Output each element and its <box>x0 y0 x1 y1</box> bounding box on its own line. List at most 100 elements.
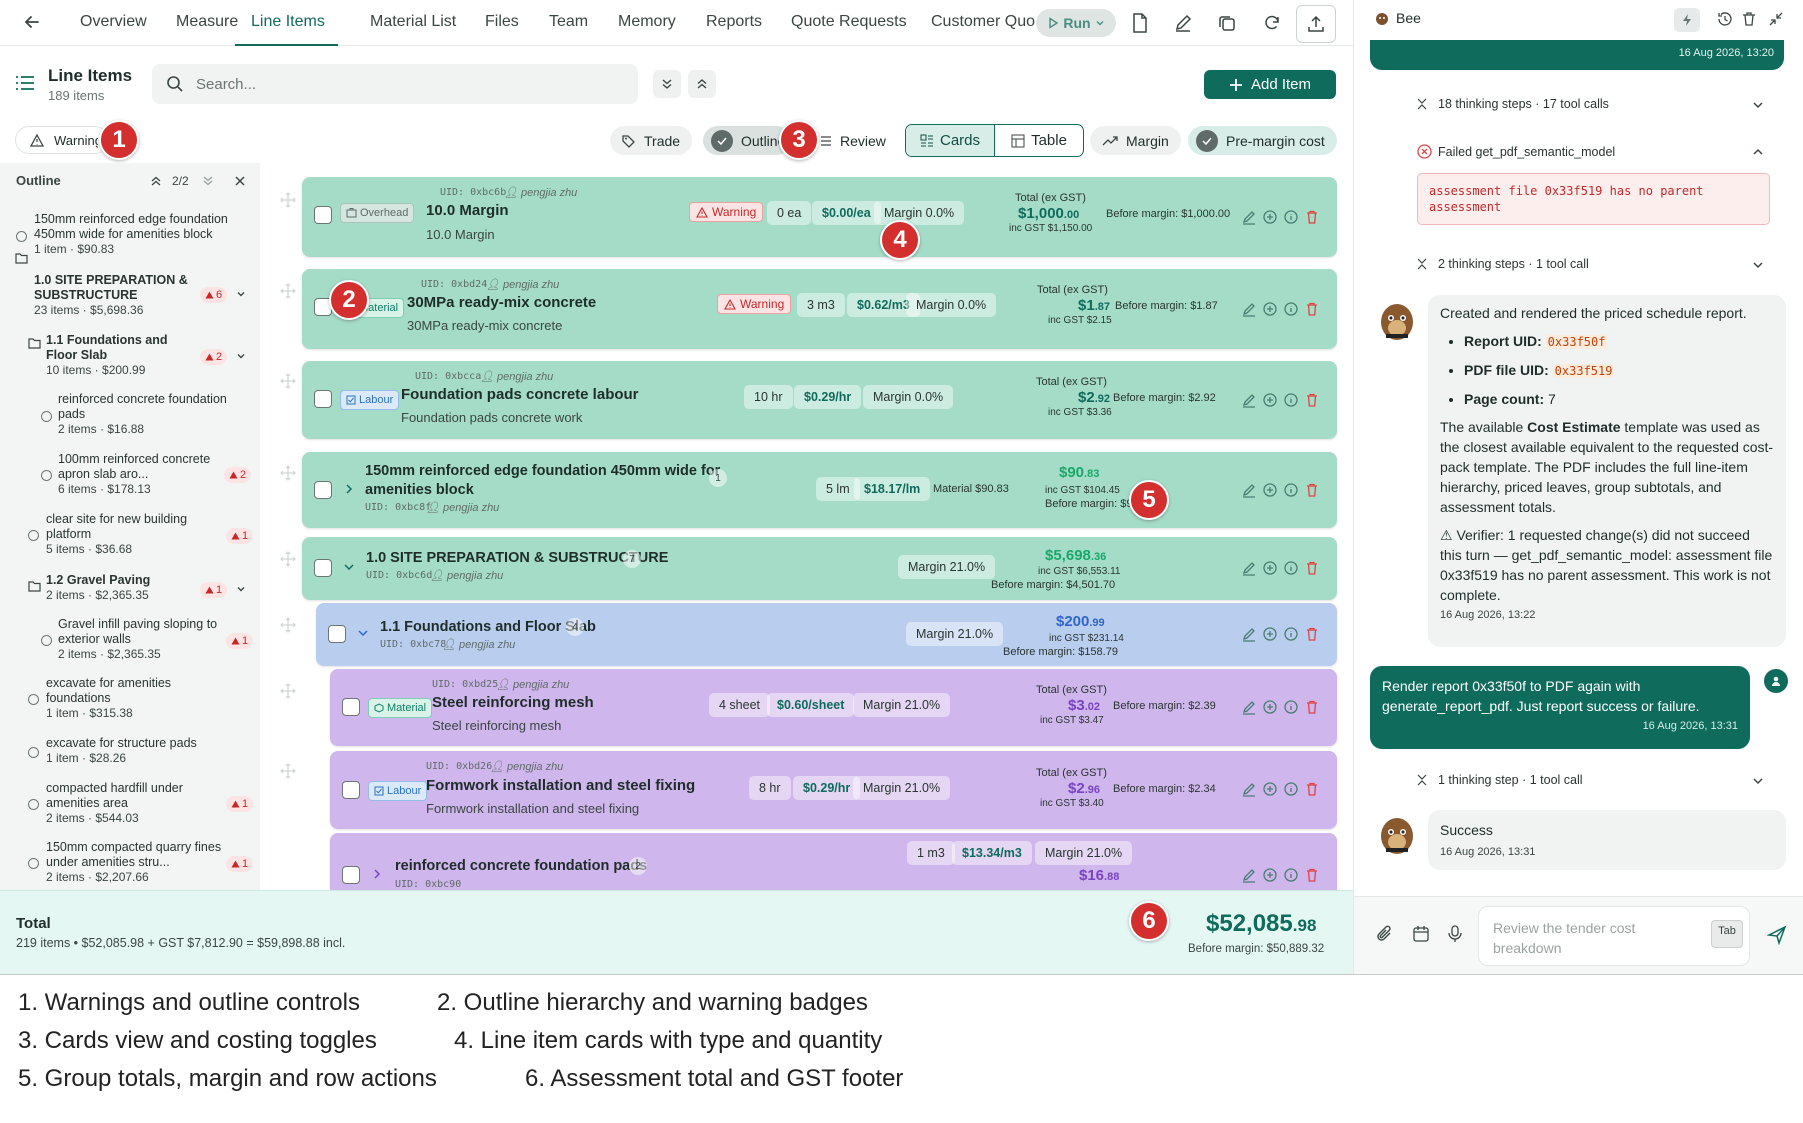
margin-chip[interactable]: Margin 21.0% <box>853 776 951 800</box>
tab-line-items[interactable]: Line Items <box>235 0 338 46</box>
add-child-icon[interactable] <box>1262 867 1278 883</box>
line-item-card[interactable]: UID: 0xbd24 👤︎ pengjia zhu Material 30MP… <box>302 269 1337 349</box>
schedule-icon[interactable] <box>1412 925 1430 943</box>
chevron-down-icon[interactable] <box>236 584 246 594</box>
collapse-steps-icon[interactable] <box>1416 98 1428 110</box>
search-input[interactable] <box>196 64 616 104</box>
rate-chip[interactable]: $13.34/m3 <box>952 841 1032 865</box>
line-item-card[interactable]: UID: 0xbcca 👤︎ pengjia zhu Labour Founda… <box>302 361 1337 439</box>
margin-chip[interactable]: Margin 0.0% <box>863 385 954 409</box>
margin-chip[interactable]: Margin 0.0% <box>906 293 997 317</box>
margin-chip[interactable]: Margin 0.0% <box>874 201 965 225</box>
margin-chip[interactable]: Margin 21.0% <box>898 555 996 579</box>
edit-icon[interactable] <box>1241 301 1257 317</box>
review-toggle[interactable]: Review <box>808 126 898 155</box>
chevron-down-icon[interactable] <box>357 627 369 639</box>
quantity-chip[interactable]: 8 hr <box>749 776 791 800</box>
info-icon[interactable] <box>1283 699 1299 715</box>
chevron-down-icon[interactable] <box>236 289 246 299</box>
edit-icon[interactable] <box>1241 392 1257 408</box>
line-item-card[interactable]: UID: 0xbd25 👤︎ pengjia zhu Material Stee… <box>330 669 1337 746</box>
add-child-icon[interactable] <box>1262 626 1278 642</box>
thinking-steps-summary[interactable]: 1 thinking step · 1 tool call <box>1438 773 1583 787</box>
margin-chip[interactable]: Margin 21.0% <box>1035 841 1133 865</box>
close-icon[interactable] <box>234 175 246 187</box>
failed-tool-call[interactable]: Failed get_pdf_semantic_model <box>1438 145 1615 159</box>
margin-chip[interactable]: Margin 21.0% <box>906 622 1004 646</box>
pencil-icon[interactable] <box>1168 8 1198 38</box>
info-icon[interactable] <box>1283 301 1299 317</box>
drag-handle-icon[interactable] <box>280 373 296 389</box>
add-child-icon[interactable] <box>1262 560 1278 576</box>
margin-toggle[interactable]: Margin <box>1090 126 1181 155</box>
drag-handle-icon[interactable] <box>280 465 296 481</box>
line-item-card[interactable]: UID: 0xbd26 👤︎ pengjia zhu Labour Formwo… <box>330 751 1337 829</box>
info-icon[interactable] <box>1283 209 1299 225</box>
add-child-icon[interactable] <box>1262 301 1278 317</box>
drag-handle-icon[interactable] <box>280 617 296 633</box>
drag-handle-icon[interactable] <box>280 551 296 567</box>
quantity-chip[interactable]: 10 hr <box>744 385 793 409</box>
rate-chip[interactable]: $0.29/hr <box>794 385 862 409</box>
outline-group[interactable]: 1.0 SITE PREPARATION & SUBSTRUCTURE 23 i… <box>34 273 194 318</box>
row-checkbox[interactable] <box>314 206 332 224</box>
back-arrow-icon[interactable] <box>22 12 42 32</box>
rate-chip[interactable]: $18.17/lm <box>854 477 931 501</box>
chevron-right-icon[interactable] <box>371 868 383 880</box>
chevron-down-icon[interactable] <box>1752 775 1764 787</box>
row-checkbox[interactable] <box>314 390 332 408</box>
edit-icon[interactable] <box>1241 626 1257 642</box>
info-icon[interactable] <box>1283 781 1299 797</box>
tab-overview[interactable]: Overview <box>80 0 147 46</box>
quantity-chip[interactable]: 4 sheet <box>709 693 771 717</box>
history-icon[interactable] <box>1717 11 1733 27</box>
drag-handle-icon[interactable] <box>280 283 296 299</box>
chevron-down-icon[interactable] <box>343 561 355 573</box>
quantity-chip[interactable]: 0 ea <box>767 201 812 225</box>
paperclip-icon[interactable] <box>1376 925 1394 943</box>
tab-quote-requests[interactable]: Quote Requests <box>791 0 907 46</box>
collapse-steps-icon[interactable] <box>1416 258 1428 270</box>
outline-item[interactable]: excavate for amenities foundations 1 ite… <box>46 676 216 721</box>
delete-icon[interactable] <box>1304 867 1320 883</box>
microphone-icon[interactable] <box>1448 925 1462 943</box>
rate-chip[interactable]: $0.29/hr <box>793 776 861 800</box>
edit-icon[interactable] <box>1241 209 1257 225</box>
tab-memory[interactable]: Memory <box>618 0 676 46</box>
share-export-button[interactable] <box>1296 5 1336 43</box>
chevron-down-icon[interactable] <box>1752 99 1764 111</box>
row-checkbox[interactable] <box>342 866 360 884</box>
row-checkbox[interactable] <box>328 625 346 643</box>
add-child-icon[interactable] <box>1262 482 1278 498</box>
outline-item[interactable]: excavate for structure pads 1 item · $28… <box>46 736 236 766</box>
table-view-button[interactable]: Table <box>994 125 1083 156</box>
trash-icon[interactable] <box>1742 11 1756 27</box>
add-item-button[interactable]: Add Item <box>1204 70 1336 99</box>
edit-icon[interactable] <box>1241 699 1257 715</box>
delete-icon[interactable] <box>1304 560 1320 576</box>
edit-icon[interactable] <box>1241 781 1257 797</box>
group-card[interactable]: reinforced concrete foundation pads 2 UI… <box>330 833 1337 890</box>
document-icon[interactable] <box>1125 8 1155 38</box>
chevron-down-icon[interactable] <box>1752 259 1764 271</box>
collapse-panel-icon[interactable] <box>1768 11 1784 27</box>
cards-view-button[interactable]: Cards <box>906 125 994 156</box>
delete-icon[interactable] <box>1304 781 1320 797</box>
chevron-right-icon[interactable] <box>343 483 355 495</box>
outline-item[interactable]: 100mm reinforced concrete apron slab aro… <box>58 452 218 497</box>
delete-icon[interactable] <box>1304 699 1320 715</box>
quantity-chip[interactable]: 1 m3 <box>907 841 955 865</box>
outline-item[interactable]: reinforced concrete foundation pads 2 it… <box>58 392 250 437</box>
thinking-steps-summary[interactable]: 18 thinking steps · 17 tool calls <box>1438 97 1609 111</box>
info-icon[interactable] <box>1283 482 1299 498</box>
tab-measure[interactable]: Measure <box>176 0 238 46</box>
trade-toggle[interactable]: Trade <box>610 126 693 155</box>
row-checkbox[interactable] <box>314 481 332 499</box>
margin-chip[interactable]: Margin 21.0% <box>853 693 951 717</box>
outline-group[interactable]: 1.2 Gravel Paving 2 items · $2,365.35 <box>46 573 196 603</box>
delete-icon[interactable] <box>1304 301 1320 317</box>
delete-icon[interactable] <box>1304 209 1320 225</box>
rate-chip[interactable]: $0.00/ea <box>812 201 881 225</box>
outline-item[interactable]: 150mm reinforced edge foundation 450mm w… <box>34 212 249 257</box>
copy-icon[interactable] <box>1212 8 1242 38</box>
